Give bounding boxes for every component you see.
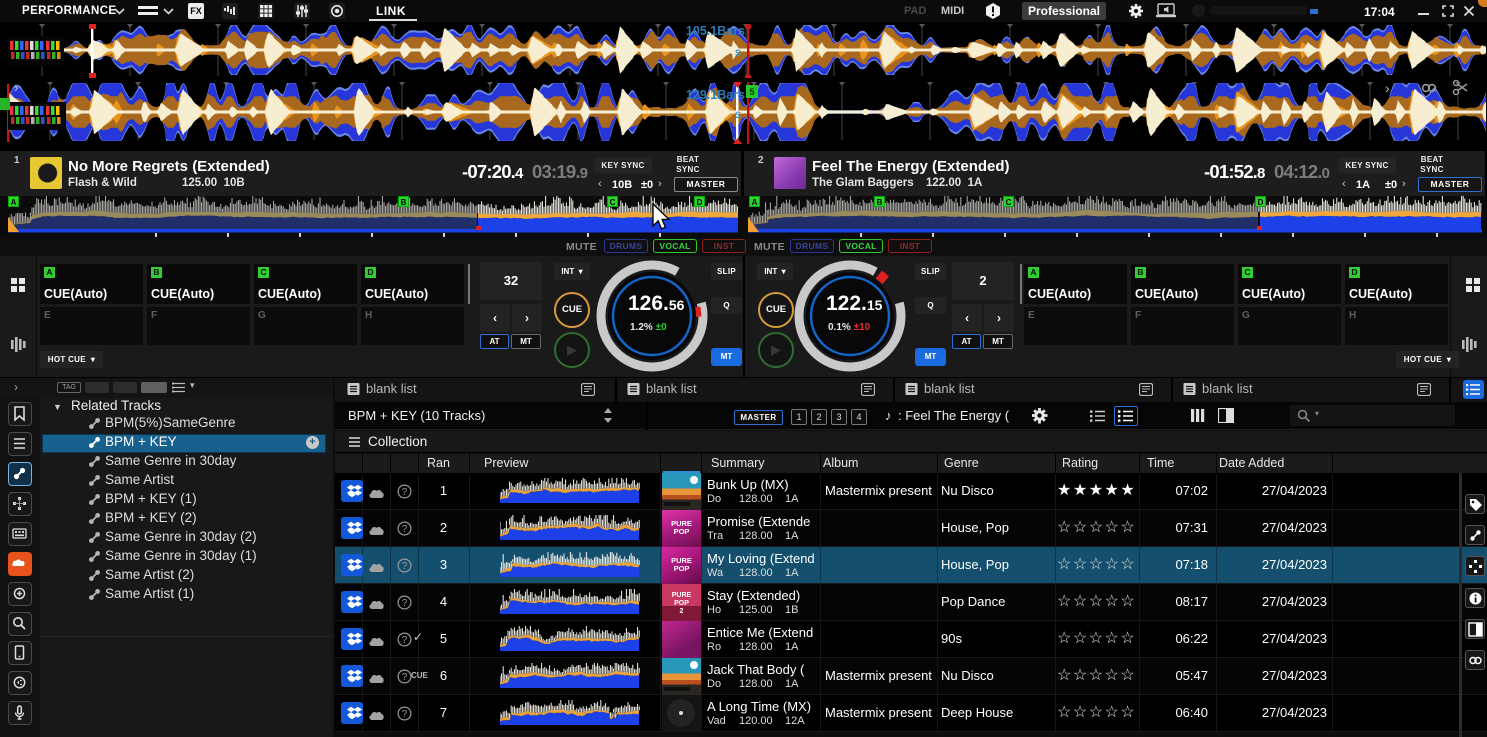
svg-text:?: ?: [402, 487, 408, 498]
svg-text:5: 5: [749, 87, 754, 97]
svg-text:?: ?: [402, 598, 408, 609]
svg-text:?: ?: [402, 524, 408, 535]
svg-text:0.1% ±10: 0.1% ±10: [828, 322, 871, 333]
svg-text:S: S: [735, 48, 741, 58]
svg-text:?: ?: [402, 635, 408, 646]
svg-text:?: ?: [402, 709, 408, 720]
svg-text:129.1Bars: 129.1Bars: [686, 88, 745, 102]
svg-text:1.2% ±0: 1.2% ±0: [630, 322, 667, 333]
svg-text:?: ?: [402, 672, 408, 683]
svg-text:105.1Bars: 105.1Bars: [686, 24, 745, 38]
svg-text:S: S: [735, 110, 741, 120]
svg-text:?: ?: [402, 561, 408, 572]
